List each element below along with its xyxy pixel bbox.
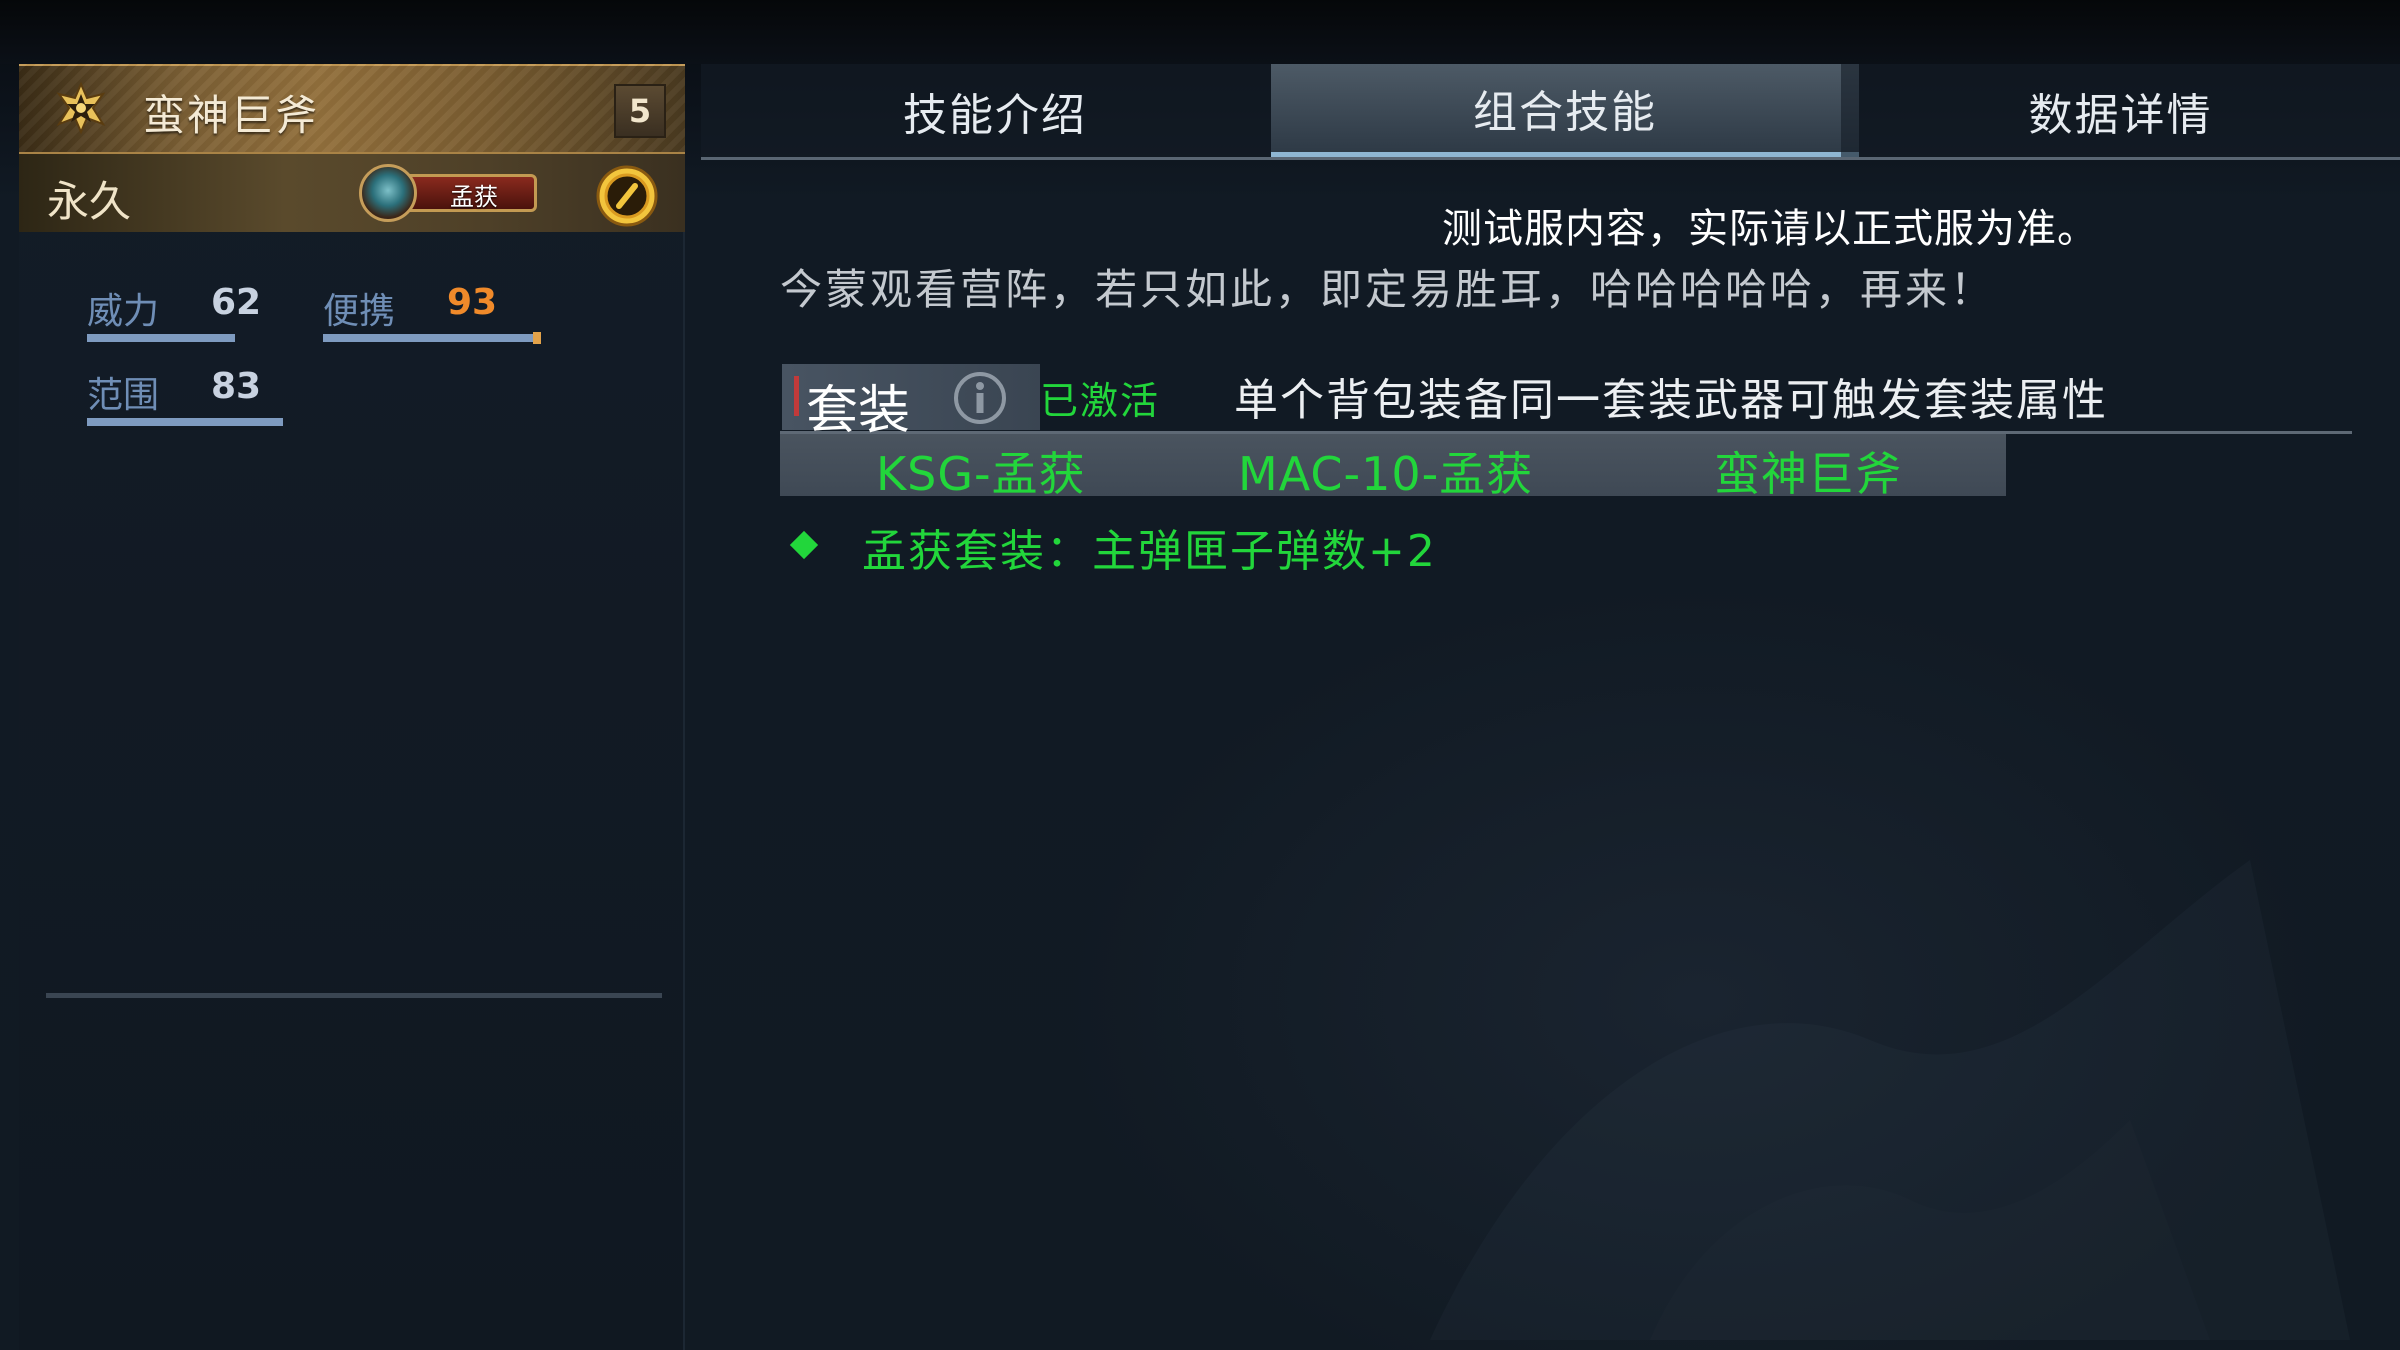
weapon-rank-icon bbox=[56, 81, 106, 135]
set-tag-label: 套装 bbox=[806, 381, 911, 441]
level-badge: 5 bbox=[614, 84, 666, 138]
stat-portability-value: 93 bbox=[447, 282, 498, 323]
stat-power-label: 威力 bbox=[87, 291, 160, 332]
weapon-info-panel: 蛮神巨斧 5 永久 孟获 威力 62 便携 93 范围 83 bbox=[19, 64, 685, 1350]
weapon-subheader: 永久 孟获 bbox=[19, 152, 685, 232]
duration-label: 永久 bbox=[47, 177, 132, 226]
background-art bbox=[1430, 860, 2350, 1340]
test-server-notice: 测试服内容，实际请以正式服为准。 bbox=[1442, 206, 2098, 252]
set-activated-status: 已激活 bbox=[1040, 379, 1161, 423]
set-item[interactable]: KSG-孟获 bbox=[876, 438, 1086, 504]
stat-power-bar bbox=[87, 334, 235, 342]
stat-power: 威力 62 bbox=[87, 282, 287, 342]
weapon-name: 蛮神巨斧 bbox=[143, 91, 320, 140]
stat-range-value: 83 bbox=[211, 366, 262, 407]
suit-emblem-icon bbox=[359, 164, 417, 222]
suit-badge: 孟获 bbox=[359, 164, 549, 222]
panel-divider bbox=[46, 993, 662, 998]
stat-power-value: 62 bbox=[211, 282, 262, 323]
set-description: 单个背包装备同一套装武器可触发套装属性 bbox=[1234, 375, 2108, 426]
stat-range: 范围 83 bbox=[87, 366, 287, 426]
stat-range-bar bbox=[87, 418, 283, 426]
stat-portability-bar bbox=[323, 334, 535, 342]
set-item[interactable]: MAC-10-孟获 bbox=[1238, 438, 1533, 504]
set-tag-mark bbox=[794, 376, 799, 416]
set-tag: 套装 bbox=[782, 364, 1040, 441]
game-screen: 蛮神巨斧 5 永久 孟获 威力 62 便携 93 范围 83 技能介绍 组合技能… bbox=[0, 0, 2400, 1350]
stat-range-label: 范围 bbox=[87, 375, 160, 416]
stat-portability-bar-end bbox=[533, 332, 541, 344]
stat-portability: 便携 93 bbox=[323, 282, 583, 344]
weapon-header: 蛮神巨斧 5 bbox=[19, 64, 685, 152]
tab-combo-skill[interactable]: 组合技能 bbox=[1271, 64, 1859, 157]
set-item[interactable]: 蛮神巨斧 bbox=[1714, 438, 1902, 504]
set-bar: 套装 已激活 单个背包装备同一套装武器可触发套装属性 bbox=[780, 360, 2352, 441]
coin-icon[interactable] bbox=[595, 164, 659, 228]
tab-data-details[interactable]: 数据详情 bbox=[1841, 64, 2400, 157]
tab-skill-intro[interactable]: 技能介绍 bbox=[701, 64, 1289, 157]
set-items-row: KSG-孟获 MAC-10-孟获 蛮神巨斧 bbox=[780, 434, 2006, 501]
weapon-quote: 今蒙观看营阵，若只如此，即定易胜耳，哈哈哈哈哈，再来！ bbox=[780, 265, 1996, 314]
set-bonus-text: 孟获套装：主弹匣子弹数+2 bbox=[862, 526, 1437, 577]
top-bar bbox=[0, 0, 2400, 64]
stat-portability-label: 便携 bbox=[323, 291, 396, 332]
info-icon[interactable] bbox=[952, 370, 1008, 426]
suit-badge-text: 孟获 bbox=[450, 183, 498, 211]
diamond-bullet-icon bbox=[789, 530, 819, 560]
tab-bar: 技能介绍 组合技能 数据详情 bbox=[701, 64, 2400, 160]
